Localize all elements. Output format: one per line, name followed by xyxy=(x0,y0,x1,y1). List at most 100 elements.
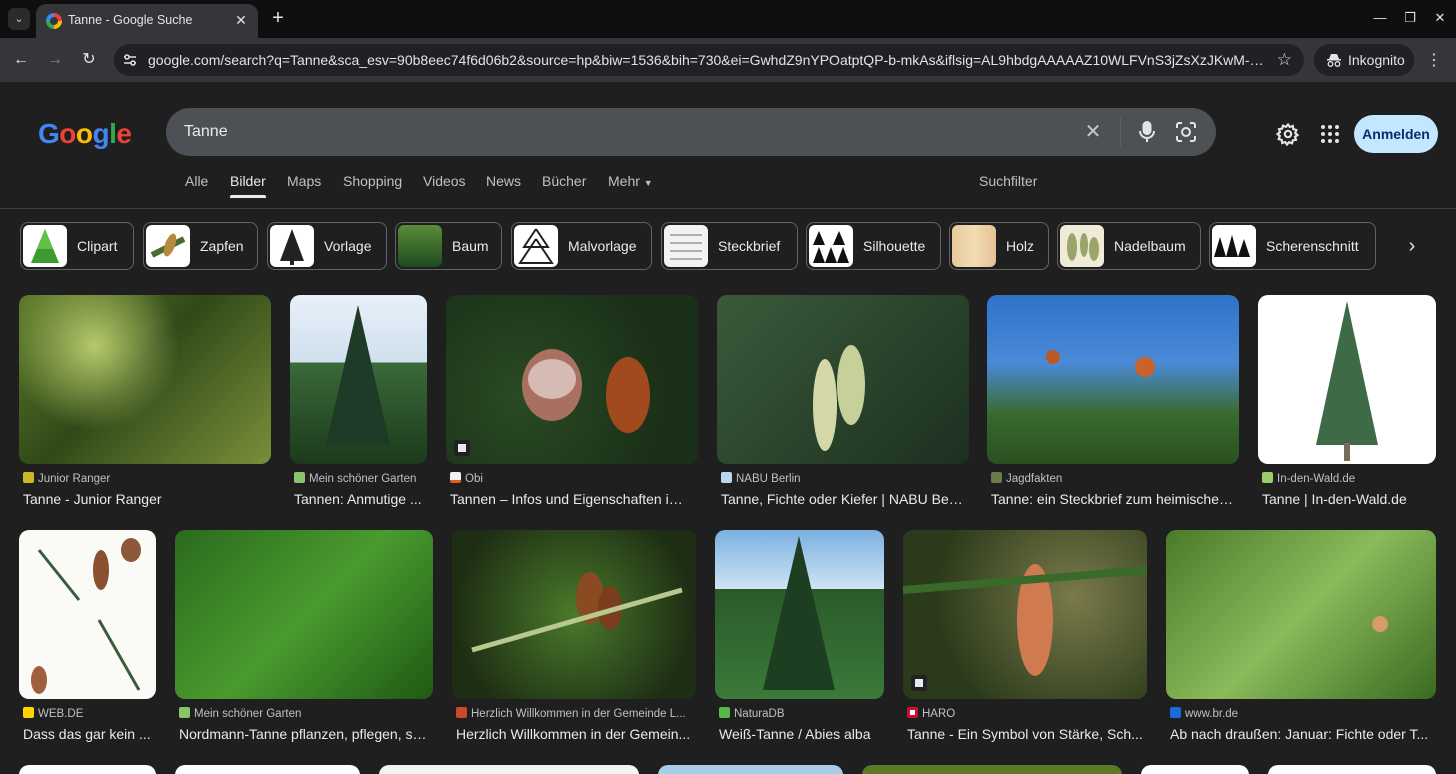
tab-alle[interactable]: Alle xyxy=(185,173,208,189)
tab-maps[interactable]: Maps xyxy=(287,173,321,189)
result-title[interactable]: Tanne: ein Steckbrief zum heimischen... xyxy=(991,491,1235,507)
result-title[interactable]: Tanne, Fichte oder Kiefer | NABU Berlin xyxy=(721,491,965,507)
result-source[interactable]: HARO xyxy=(907,707,1143,720)
result-source[interactable]: www.br.de xyxy=(1170,707,1432,720)
result-image[interactable] xyxy=(1141,765,1249,774)
result-image[interactable] xyxy=(175,765,360,774)
result-title[interactable]: Nordmann-Tanne pflanzen, pflegen, sc... xyxy=(179,726,429,742)
result-title[interactable]: Weiß-Tanne / Abies alba xyxy=(719,726,884,742)
settings-gear-icon[interactable] xyxy=(1276,122,1300,146)
result-image[interactable] xyxy=(715,530,884,699)
chip-zapfen[interactable]: Zapfen xyxy=(143,222,258,270)
result-title[interactable]: Tannen – Infos und Eigenschaften im ... xyxy=(450,491,694,507)
browser-tab[interactable]: Tanne - Google Suche ✕ xyxy=(36,4,258,38)
window-close-icon[interactable]: ✕ xyxy=(1430,8,1450,28)
result-image[interactable] xyxy=(1268,765,1436,774)
chip-holz[interactable]: Holz xyxy=(949,222,1049,270)
site-info-icon[interactable] xyxy=(122,52,138,68)
result-source[interactable]: Mein schöner Garten xyxy=(294,472,427,485)
chip-steckbrief[interactable]: Steckbrief xyxy=(661,222,798,270)
image-result[interactable]: HARO Tanne - Ein Symbol von Stärke, Sch.… xyxy=(903,530,1147,748)
clear-search-icon[interactable]: ✕ xyxy=(1082,121,1104,143)
chip-silhouette[interactable]: Silhouette xyxy=(806,222,941,270)
google-lens-icon[interactable] xyxy=(1174,120,1198,144)
result-image[interactable] xyxy=(19,530,156,699)
image-result[interactable] xyxy=(1141,765,1249,774)
restore-icon[interactable]: ❐ xyxy=(1400,8,1420,28)
chip-scherenschnitt[interactable]: Scherenschnitt xyxy=(1209,222,1376,270)
minimize-icon[interactable]: — xyxy=(1370,8,1390,28)
tab-buecher[interactable]: Bücher xyxy=(542,173,586,189)
result-image[interactable] xyxy=(1258,295,1436,464)
result-source[interactable]: Obi xyxy=(450,472,694,485)
tab-mehr[interactable]: Mehr ▼ xyxy=(608,173,653,189)
chip-malvorlage[interactable]: Malvorlage xyxy=(511,222,652,270)
signin-button[interactable]: Anmelden xyxy=(1354,115,1438,153)
result-image[interactable] xyxy=(1166,530,1436,699)
image-result[interactable] xyxy=(658,765,843,774)
image-result[interactable] xyxy=(1268,765,1436,774)
url-text[interactable]: google.com/search?q=Tanne&sca_esv=90b8ee… xyxy=(148,52,1268,68)
image-result[interactable]: NaturaDB Weiß-Tanne / Abies alba xyxy=(715,530,884,748)
result-image[interactable] xyxy=(19,295,271,464)
image-result[interactable] xyxy=(379,765,639,774)
image-result[interactable]: Junior Ranger Tanne - Junior Ranger xyxy=(19,295,271,513)
browser-menu-icon[interactable]: ⋮ xyxy=(1424,50,1444,70)
result-image[interactable] xyxy=(379,765,639,774)
chip-vorlage[interactable]: Vorlage xyxy=(267,222,387,270)
image-result[interactable]: Obi Tannen – Infos und Eigenschaften im … xyxy=(446,295,698,513)
google-logo[interactable]: Google xyxy=(38,118,132,150)
image-result[interactable]: Jagdfakten Tanne: ein Steckbrief zum hei… xyxy=(987,295,1239,513)
result-title[interactable]: Dass das gar kein ... xyxy=(23,726,156,742)
result-source[interactable]: In-den-Wald.de xyxy=(1262,472,1436,485)
tab-bilder[interactable]: Bilder xyxy=(230,173,266,198)
image-result[interactable] xyxy=(862,765,1122,774)
result-image[interactable] xyxy=(452,530,696,699)
google-apps-icon[interactable] xyxy=(1321,125,1339,143)
tab-shopping[interactable]: Shopping xyxy=(343,173,402,189)
result-image[interactable] xyxy=(862,765,1122,774)
result-image[interactable] xyxy=(903,530,1147,699)
result-source[interactable]: Jagdfakten xyxy=(991,472,1235,485)
tab-videos[interactable]: Videos xyxy=(423,173,466,189)
result-title[interactable]: Tanne | In-den-Wald.de xyxy=(1262,491,1436,507)
image-result[interactable]: In-den-Wald.de Tanne | In-den-Wald.de xyxy=(1258,295,1436,513)
image-result[interactable]: WEB.DE Dass das gar kein ... xyxy=(19,530,156,748)
new-tab-button[interactable]: + xyxy=(268,8,288,28)
image-result[interactable] xyxy=(175,765,360,774)
chevron-right-icon[interactable]: › xyxy=(1388,222,1436,270)
back-icon[interactable]: ← xyxy=(10,49,32,71)
chip-baum[interactable]: Baum xyxy=(395,222,502,270)
result-image[interactable] xyxy=(19,765,156,774)
result-source[interactable]: Herzlich Willkommen in der Gemeinde L... xyxy=(456,707,692,720)
result-image[interactable] xyxy=(290,295,427,464)
image-result[interactable]: NABU Berlin Tanne, Fichte oder Kiefer | … xyxy=(717,295,969,513)
image-result[interactable]: Mein schöner Garten Tannen: Anmutige ... xyxy=(290,295,427,513)
search-filter-button[interactable]: Suchfilter xyxy=(979,173,1037,189)
result-image[interactable] xyxy=(717,295,969,464)
image-result[interactable]: Herzlich Willkommen in der Gemeinde L...… xyxy=(452,530,696,748)
incognito-indicator[interactable]: Inkognito xyxy=(1314,44,1414,76)
result-image[interactable] xyxy=(175,530,433,699)
chip-clipart[interactable]: Clipart xyxy=(20,222,134,270)
result-title[interactable]: Ab nach draußen: Januar: Fichte oder T..… xyxy=(1170,726,1432,742)
result-image[interactable] xyxy=(446,295,698,464)
result-source[interactable]: Junior Ranger xyxy=(23,472,267,485)
close-tab-icon[interactable]: ✕ xyxy=(232,11,250,29)
result-source[interactable]: WEB.DE xyxy=(23,707,156,720)
result-image[interactable] xyxy=(658,765,843,774)
image-result[interactable]: Mein schöner Garten Nordmann-Tanne pflan… xyxy=(175,530,433,748)
tab-search-button[interactable]: ⌄ xyxy=(8,8,30,30)
bookmark-star-icon[interactable]: ☆ xyxy=(1277,50,1292,70)
result-source[interactable]: Mein schöner Garten xyxy=(179,707,429,720)
microphone-icon[interactable] xyxy=(1136,120,1158,144)
result-title[interactable]: Tanne - Junior Ranger xyxy=(23,491,267,507)
tab-news[interactable]: News xyxy=(486,173,521,189)
reload-icon[interactable]: ↻ xyxy=(78,49,100,71)
result-image[interactable] xyxy=(987,295,1239,464)
image-result[interactable] xyxy=(19,765,156,774)
search-input[interactable] xyxy=(184,121,1064,143)
address-bar[interactable]: google.com/search?q=Tanne&sca_esv=90b8ee… xyxy=(114,44,1304,76)
result-source[interactable]: NABU Berlin xyxy=(721,472,965,485)
result-title[interactable]: Tanne - Ein Symbol von Stärke, Sch... xyxy=(907,726,1143,742)
